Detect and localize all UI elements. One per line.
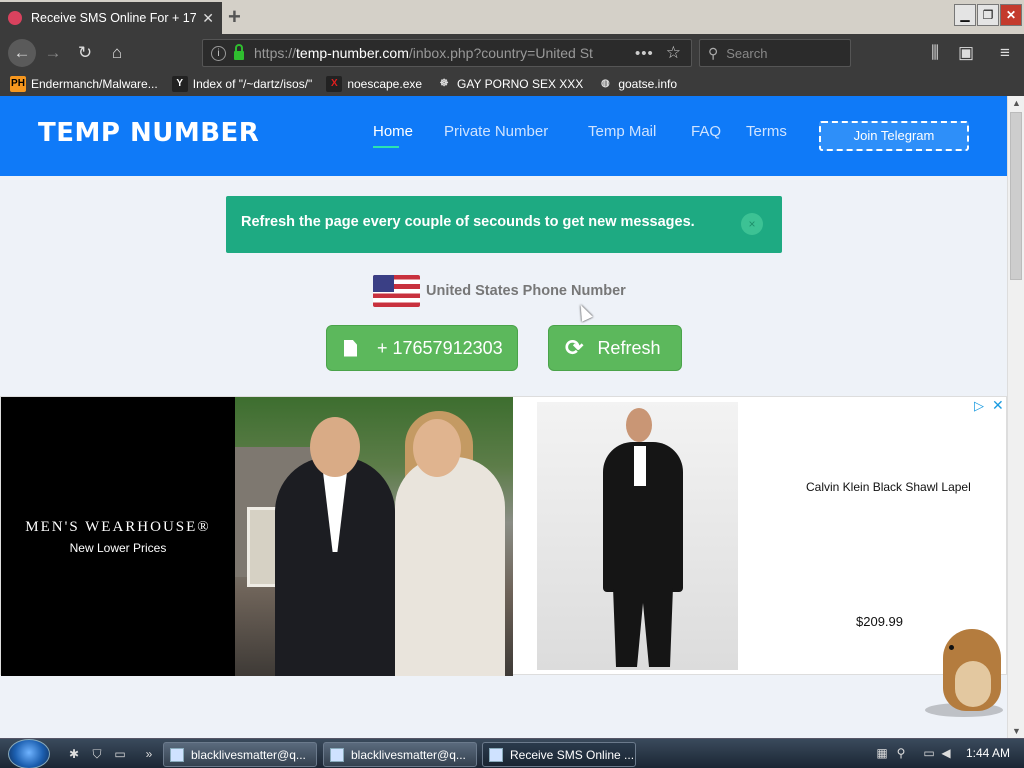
us-flag-icon	[373, 275, 420, 307]
page-scrollbar[interactable]: ▲ ▼	[1007, 96, 1024, 738]
bookmark-favicon-icon: Y	[171, 76, 188, 92]
ad-product-photo[interactable]	[537, 402, 738, 670]
forward-arrow-icon[interactable]: →	[41, 42, 65, 64]
bookmark-label: goatse.info	[618, 77, 678, 91]
taskbar-item-1[interactable]: blacklivesmatter@q...	[163, 742, 317, 767]
bookmark-label: GAY PORNO SEX XXX	[457, 77, 584, 91]
page-actions-icon[interactable]: •••	[635, 45, 654, 62]
window-close-button[interactable]: ✕	[1000, 4, 1022, 26]
bookmark-favicon-icon: ☸	[439, 78, 449, 89]
taskbar-clock[interactable]: 1:44 AM	[966, 746, 1010, 760]
nav-link-private-number[interactable]: Private Number	[444, 123, 548, 140]
window-icon	[170, 747, 184, 762]
quicklaunch-desktop-icon[interactable]: ▭	[112, 746, 128, 762]
site-logo[interactable]: TEMP NUMBER	[38, 118, 259, 148]
bookmark-favicon-icon: ◍	[600, 78, 610, 89]
address-bar[interactable]: i https://temp-number.com/inbox.php?coun…	[202, 39, 692, 67]
taskbar-item-label: blacklivesmatter@q...	[191, 747, 306, 762]
refresh-icon: ⟳	[565, 335, 584, 360]
country-label: United States Phone Number	[426, 283, 626, 299]
alert-text: Refresh the page every couple of secound…	[241, 214, 695, 230]
windows-taskbar: ✱ ⛉ ▭ » blacklivesmatter@q... blacklives…	[0, 738, 1024, 768]
ad-brand-name: MEN'S WEARHOUSE®	[25, 519, 211, 535]
ad-tagline: New Lower Prices	[69, 541, 167, 555]
refresh-label: Refresh	[597, 337, 661, 358]
scrollbar-thumb[interactable]	[1010, 112, 1022, 280]
nav-link-faq[interactable]: FAQ	[691, 123, 721, 140]
bookmark-favicon-icon: X	[326, 76, 343, 92]
bookmark-label: Endermanch/Malware...	[31, 77, 158, 91]
tab-title: Receive SMS Online For + 17657912303	[31, 11, 196, 25]
site-favicon-icon	[8, 11, 22, 25]
bookmark-item[interactable]: ◍ goatse.info	[597, 76, 677, 92]
hamburger-menu-icon[interactable]: ≡	[993, 42, 1017, 64]
scroll-down-arrow-icon[interactable]: ▼	[1012, 726, 1021, 736]
join-telegram-button[interactable]: Join Telegram	[819, 121, 969, 151]
ad-couple-photo[interactable]	[235, 397, 513, 676]
tray-search-icon[interactable]: ⚲	[893, 746, 909, 760]
quicklaunch-shield-icon[interactable]: ⛉	[89, 746, 105, 762]
advertisement-banner[interactable]: MEN'S WEARHOUSE® New Lower Prices Calvin…	[0, 396, 1007, 676]
start-button[interactable]	[8, 739, 50, 768]
quicklaunch-more-icon[interactable]: »	[141, 746, 157, 762]
bookmark-label: noescape.exe	[347, 77, 423, 91]
bookmark-favicon-icon: PH	[10, 76, 26, 92]
bookmark-item[interactable]: Xnoescape.exe	[326, 76, 422, 92]
nav-link-temp-mail[interactable]: Temp Mail	[588, 123, 656, 140]
browser-tab-active[interactable]: Receive SMS Online For + 17657912303 ✕	[0, 2, 222, 34]
new-tab-plus-icon[interactable]: +	[228, 4, 241, 30]
navigation-toolbar: ← → ↻ ⌂ i https://temp-number.com/inbox.…	[0, 34, 1024, 72]
bookmark-item[interactable]: PH Endermanch/Malware...	[10, 76, 158, 92]
bookmarks-toolbar: PH Endermanch/Malware... Y Index of "/~dart…	[0, 72, 1024, 96]
search-icon: ⚲	[708, 44, 719, 61]
hamster-mascot-icon	[925, 615, 1005, 719]
ad-product-name[interactable]: Calvin Klein Black Shawl Lapel	[806, 480, 971, 494]
quicklaunch-firefox-icon[interactable]: ✱	[66, 746, 82, 762]
window-icon	[489, 747, 503, 762]
library-icon[interactable]: ⫼	[923, 42, 947, 64]
tab-bar: Receive SMS Online For + 17657912303 ✕ +…	[0, 0, 1024, 34]
ad-close-icon[interactable]: ✕	[992, 397, 1004, 414]
tab-close-icon[interactable]: ✕	[202, 10, 214, 27]
lock-icon[interactable]	[234, 43, 244, 60]
document-icon	[344, 339, 357, 357]
sidebar-icon[interactable]: ▣	[954, 42, 978, 64]
active-nav-underline	[373, 146, 399, 148]
tray-volume-icon[interactable]: ◀	[938, 746, 954, 760]
url-text[interactable]: https://temp-number.com/inbox.php?countr…	[254, 45, 629, 61]
ad-brand-panel[interactable]: MEN'S WEARHOUSE® New Lower Prices	[1, 397, 235, 676]
site-info-icon[interactable]: i	[211, 45, 226, 61]
search-input[interactable]: ⚲ Search	[699, 39, 851, 67]
refresh-alert: Refresh the page every couple of secound…	[226, 196, 782, 253]
alert-close-icon[interactable]: ×	[741, 213, 763, 235]
window-minimize-button[interactable]: ▁	[954, 4, 976, 26]
back-arrow-icon[interactable]: ←	[8, 39, 36, 67]
phone-number-label: + 17657912303	[377, 337, 503, 358]
window-icon	[330, 747, 344, 762]
home-icon[interactable]: ⌂	[105, 42, 129, 64]
bookmark-item[interactable]: ☸ GAY PORNO SEX XXX	[436, 76, 584, 92]
nav-link-terms[interactable]: Terms	[746, 123, 787, 140]
phone-number-button[interactable]: + 17657912303	[326, 325, 518, 371]
bookmark-star-icon[interactable]: ☆	[666, 43, 681, 63]
ad-choices-icon[interactable]: ▷	[974, 398, 984, 414]
site-header: TEMP NUMBER Home Private Number Temp Mai…	[0, 96, 1007, 176]
taskbar-item-2[interactable]: blacklivesmatter@q...	[323, 742, 477, 767]
scroll-up-arrow-icon[interactable]: ▲	[1012, 98, 1021, 108]
page-content: TEMP NUMBER Home Private Number Temp Mai…	[0, 96, 1007, 738]
taskbar-item-label: blacklivesmatter@q...	[351, 747, 466, 762]
taskbar-item-label: Receive SMS Online ...	[510, 747, 635, 762]
tray-network-icon[interactable]: ▦	[874, 746, 890, 760]
bookmark-item[interactable]: Y Index of "/~dartz/isos/"	[171, 76, 313, 92]
tray-display-icon[interactable]: ▭	[921, 746, 937, 760]
reload-icon[interactable]: ↻	[73, 42, 97, 64]
refresh-button[interactable]: ⟳ Refresh	[548, 325, 682, 371]
bookmark-label: Index of "/~dartz/isos/"	[192, 77, 313, 91]
nav-link-home[interactable]: Home	[373, 123, 413, 140]
window-maximize-button[interactable]: ❐	[977, 4, 999, 26]
ad-price[interactable]: $209.99	[856, 614, 903, 629]
search-placeholder: Search	[726, 45, 768, 61]
taskbar-item-3-active[interactable]: Receive SMS Online ...	[482, 742, 636, 767]
